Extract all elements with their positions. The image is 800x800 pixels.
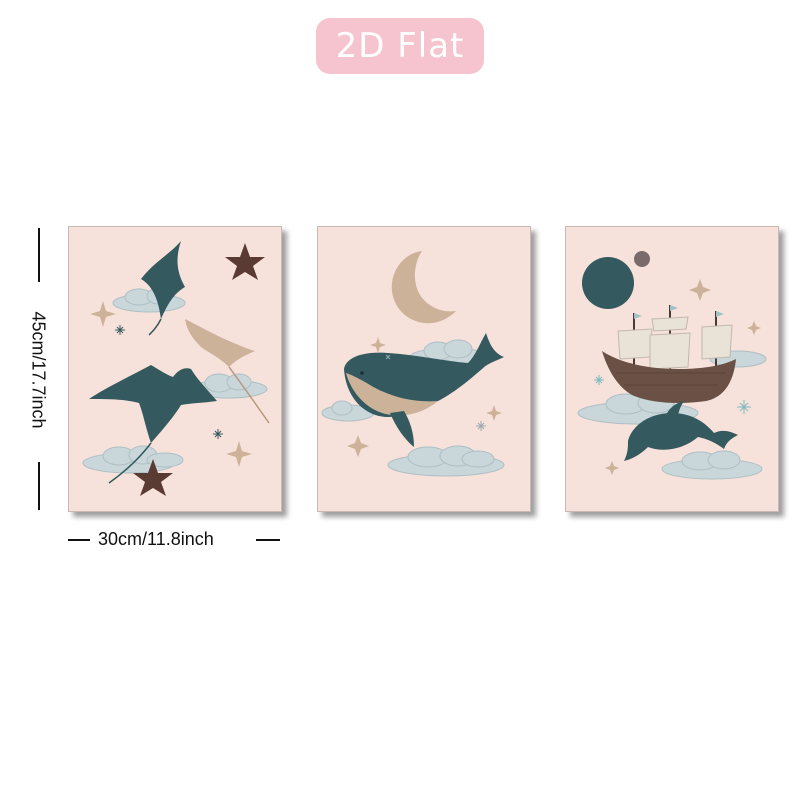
height-dimension-line-top bbox=[38, 228, 40, 282]
height-dimension-line-bottom bbox=[38, 462, 40, 510]
width-dimension-line-right bbox=[256, 539, 280, 541]
height-dimension-label: 45cm/17.7inch bbox=[28, 311, 49, 429]
poster-whale-moon bbox=[317, 226, 531, 512]
poster-manta-rays bbox=[68, 226, 282, 512]
width-dimension-label: 30cm/11.8inch bbox=[98, 529, 214, 549]
poster-ship-dolphin bbox=[565, 226, 779, 512]
style-badge: 2D Flat bbox=[316, 18, 484, 74]
width-dimension-line-left bbox=[68, 539, 90, 541]
style-badge-label: 2D Flat bbox=[335, 26, 465, 66]
